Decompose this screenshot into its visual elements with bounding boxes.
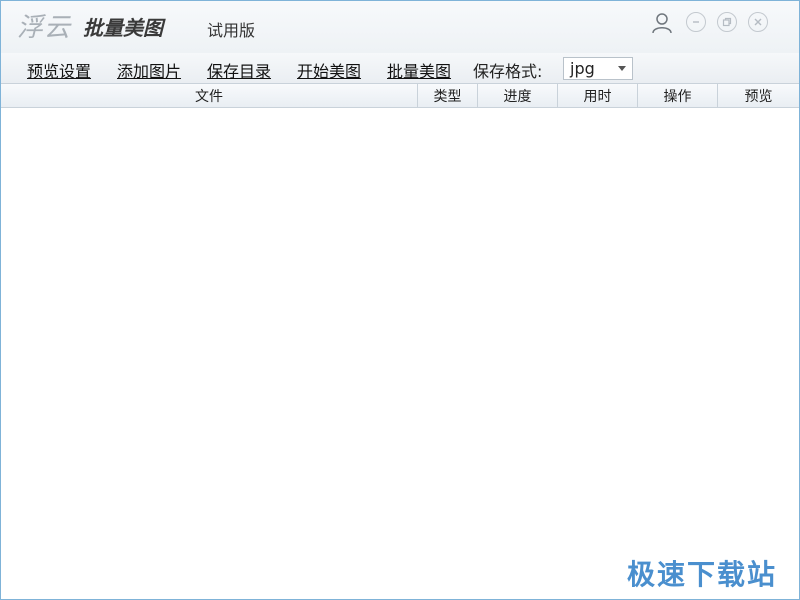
file-list[interactable]	[1, 108, 799, 597]
menu-save-directory[interactable]: 保存目录	[207, 58, 271, 82]
restore-button[interactable]	[717, 12, 737, 32]
close-icon	[754, 18, 762, 26]
column-header-progress[interactable]: 进度	[478, 84, 558, 107]
user-button[interactable]	[651, 12, 673, 34]
column-header-type[interactable]: 类型	[418, 84, 478, 107]
app-window: 浮云 批量美图 试用版 预览设置 添加图片 保存目录 开始美图 批量美图 保存格…	[0, 0, 800, 600]
title-bar[interactable]: 浮云 批量美图 试用版	[1, 1, 799, 53]
restore-icon	[722, 17, 732, 27]
column-header-preview[interactable]: 预览	[718, 84, 799, 107]
watermark-logo: 极速下载站	[627, 558, 778, 591]
app-logo-text: 浮云	[17, 13, 72, 43]
minimize-icon	[693, 21, 699, 23]
file-table-header: 文件 类型 进度 用时 操作 预览	[1, 84, 799, 108]
column-header-time[interactable]: 用时	[558, 84, 638, 107]
chevron-down-icon	[618, 66, 626, 71]
edition-label: 试用版	[207, 21, 256, 40]
save-format-label: 保存格式:	[473, 62, 543, 81]
menu-start-beautify[interactable]: 开始美图	[297, 58, 361, 82]
menu-bar: 预览设置 添加图片 保存目录 开始美图 批量美图 保存格式: jpg	[1, 53, 799, 84]
save-format-select[interactable]: jpg	[563, 57, 633, 80]
menu-add-images[interactable]: 添加图片	[117, 58, 181, 82]
save-format-value: jpg	[570, 59, 595, 78]
close-button[interactable]	[748, 12, 768, 32]
menu-batch-beautify[interactable]: 批量美图	[387, 58, 451, 82]
menu-preview-settings[interactable]: 预览设置	[27, 58, 91, 82]
user-icon	[652, 13, 672, 34]
minimize-button[interactable]	[686, 12, 706, 32]
column-header-file[interactable]: 文件	[1, 84, 418, 107]
app-title: 批量美图	[83, 16, 163, 40]
column-header-action[interactable]: 操作	[638, 84, 718, 107]
